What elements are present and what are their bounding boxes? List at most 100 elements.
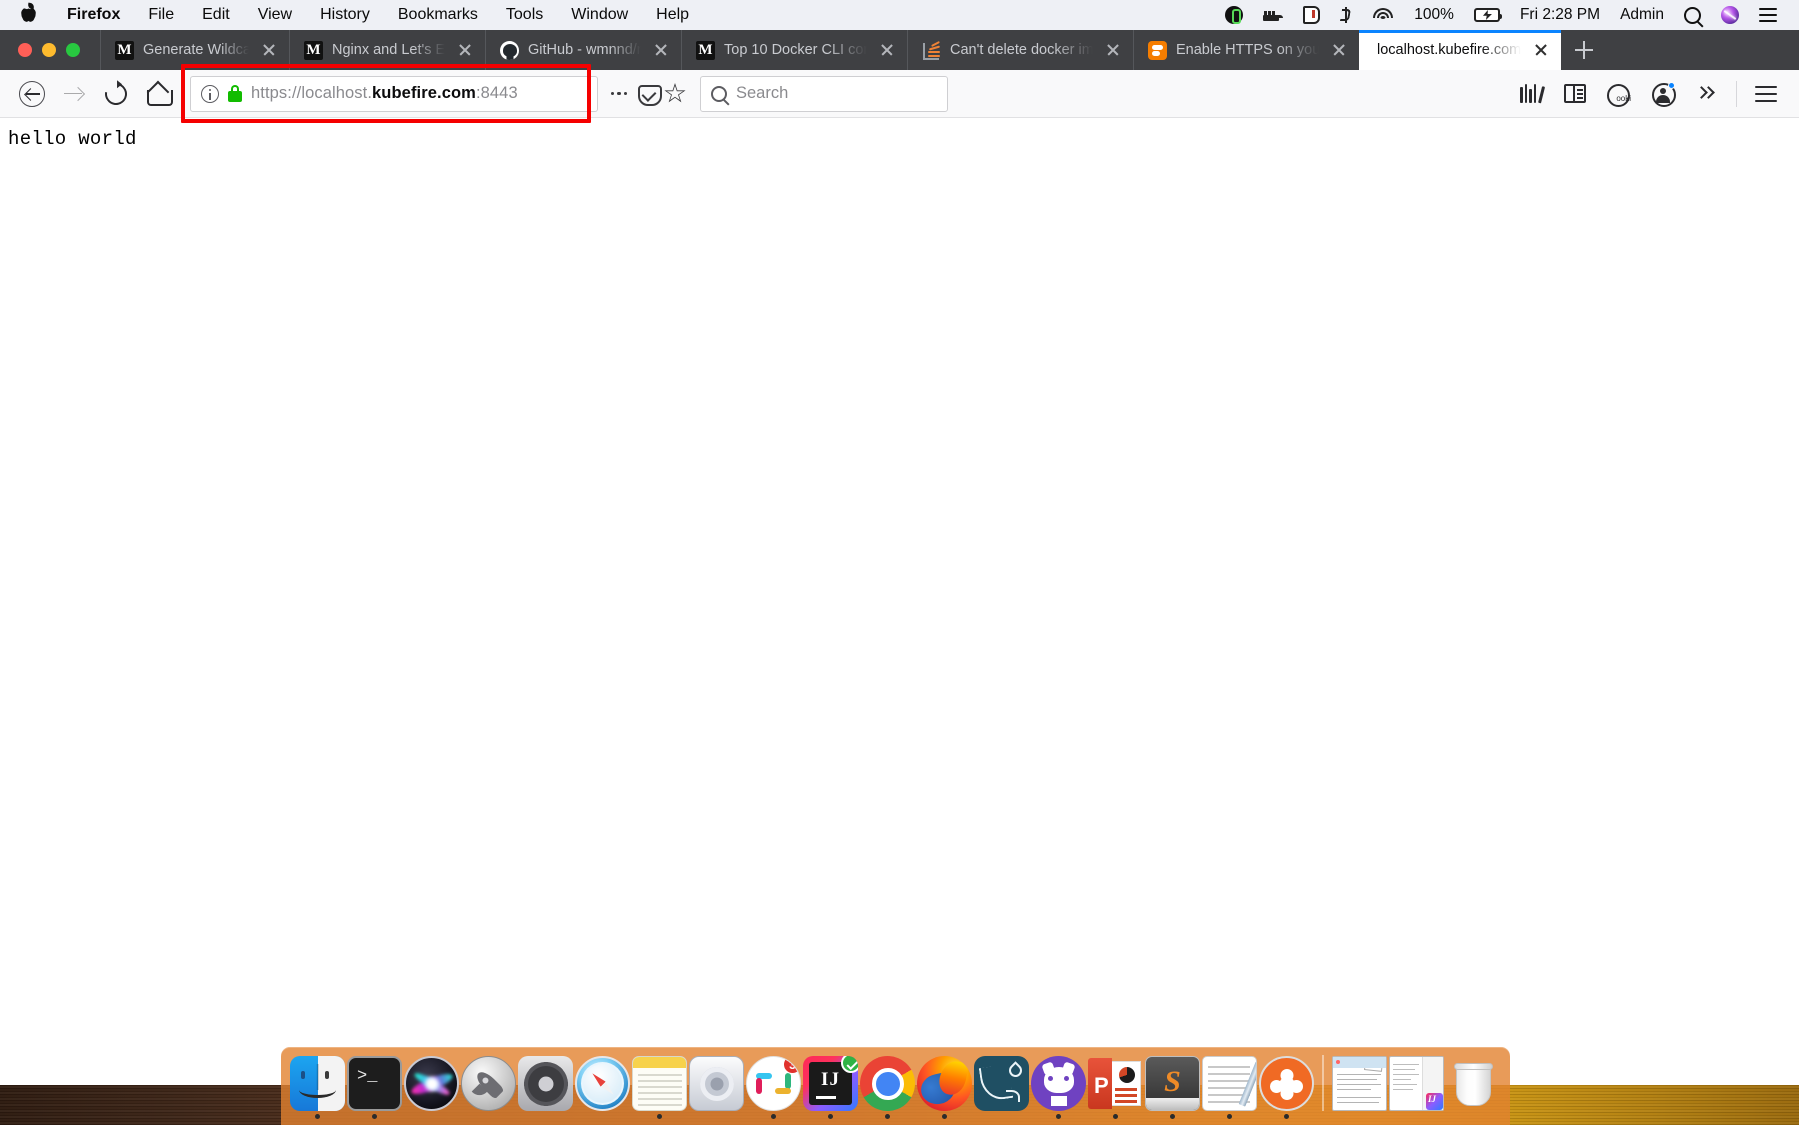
back-button[interactable] [12, 74, 52, 114]
running-indicator [1357, 1114, 1362, 1119]
url-input[interactable]: https://localhost.kubefire.com:8443 [190, 75, 598, 112]
dock-item-powerpoint[interactable]: P [1087, 1047, 1144, 1119]
menu-item-window[interactable]: Window [557, 0, 642, 30]
dock-item-finder[interactable] [289, 1047, 346, 1119]
tab-generate-wildcard-ssl[interactable]: M Generate Wildcard SSL [100, 30, 289, 70]
menu-button[interactable] [1745, 74, 1787, 114]
dock-item-textedit[interactable] [1201, 1047, 1258, 1119]
spotlight-search-icon[interactable] [1674, 0, 1711, 30]
menu-item-file[interactable]: File [134, 0, 188, 30]
menu-item-help[interactable]: Help [642, 0, 703, 30]
dock-item-safari[interactable] [574, 1047, 631, 1119]
dock-item-chrome[interactable] [859, 1047, 916, 1119]
bookmark-star-icon[interactable] [664, 83, 686, 104]
bluetooth-icon[interactable] [1330, 0, 1362, 30]
menu-item-firefox[interactable]: Firefox [53, 0, 134, 30]
dock-item-sublime-text[interactable]: S [1144, 1047, 1201, 1119]
close-tab-icon[interactable] [1102, 39, 1124, 61]
asana-icon [1259, 1056, 1314, 1111]
dock-item-notes[interactable] [631, 1047, 688, 1119]
trash-icon [1446, 1056, 1501, 1111]
firefox-window: M Generate Wildcard SSL M Nginx and Let'… [0, 30, 1799, 1085]
close-tab-icon[interactable] [650, 39, 672, 61]
system-preferences-icon [518, 1056, 573, 1111]
close-tab-icon[interactable] [1530, 39, 1552, 61]
site-info-icon[interactable] [201, 84, 219, 103]
running-indicator [429, 1114, 434, 1119]
dock-item-slack[interactable]: 3 [745, 1047, 802, 1119]
search-icon [711, 85, 727, 102]
user-menu[interactable]: Admin [1610, 0, 1674, 30]
home-button[interactable] [138, 74, 178, 114]
dock-item-siri[interactable] [403, 1047, 460, 1119]
battery-percent-text: 100% [1414, 6, 1454, 23]
lock-icon[interactable] [228, 85, 242, 102]
dock-item-preferences-alt[interactable] [688, 1047, 745, 1119]
close-tab-icon[interactable] [1328, 39, 1350, 61]
control-center-icon[interactable] [1749, 0, 1787, 30]
running-indicator [942, 1114, 947, 1119]
arrow-left-icon [19, 80, 45, 107]
minimize-button[interactable] [42, 43, 56, 57]
chrome-icon [860, 1056, 915, 1111]
zoom-button[interactable] [66, 43, 80, 57]
clock[interactable]: Fri 2:28 PM [1510, 0, 1610, 30]
dock-minimized-document-window[interactable] [1331, 1047, 1388, 1119]
tab-top-10-docker-cli[interactable]: M Top 10 Docker CLI com [681, 30, 907, 70]
overflow-button[interactable] [1686, 74, 1728, 114]
tab-github-nginx[interactable]: GitHub - wmnnd/nginx- [485, 30, 681, 70]
battery-charging-icon[interactable] [1464, 0, 1510, 30]
tab-localhost-kubefire[interactable]: localhost.kubefire.com:844 [1359, 30, 1561, 70]
running-indicator [372, 1114, 377, 1119]
apple-menu[interactable] [14, 0, 53, 30]
siri-icon [404, 1056, 459, 1111]
tab-title: localhost.kubefire.com:844 [1377, 42, 1521, 58]
account-button[interactable] [1642, 74, 1684, 114]
new-tab-button[interactable] [1561, 30, 1607, 70]
bookmark-manager-icon[interactable] [1293, 0, 1330, 30]
check-badge-icon [841, 1056, 858, 1073]
close-tab-icon[interactable] [876, 39, 898, 61]
siri-icon[interactable] [1711, 0, 1749, 30]
dock-item-launchpad[interactable] [460, 1047, 517, 1119]
slack-badge: 3 [783, 1057, 800, 1074]
tab-enable-https[interactable]: Enable HTTPS on your [1133, 30, 1359, 70]
menu-item-view[interactable]: View [244, 0, 306, 30]
close-tab-icon[interactable] [258, 39, 280, 61]
close-button[interactable] [18, 43, 32, 57]
battery-percent-label: 100% [1404, 0, 1464, 30]
url-suffix: :8443 [475, 84, 518, 102]
page-actions-icon[interactable] [606, 81, 632, 107]
dock-divider [1322, 1055, 1324, 1111]
dock-item-mysql-workbench[interactable] [973, 1047, 1030, 1119]
reload-button[interactable] [96, 74, 136, 114]
pocket-icon[interactable] [636, 82, 662, 106]
menu-item-history[interactable]: History [306, 0, 384, 30]
arrow-right-icon [62, 82, 86, 106]
tab-nginx-lets-encrypt[interactable]: M Nginx and Let's Encryp [289, 30, 485, 70]
dock-item-asana[interactable] [1258, 1047, 1315, 1119]
tab-cant-delete-docker-image[interactable]: Can't delete docker ima [907, 30, 1133, 70]
dock-item-github-desktop[interactable] [1030, 1047, 1087, 1119]
dock-item-terminal[interactable] [346, 1047, 403, 1119]
library-button[interactable] [1510, 74, 1552, 114]
dock-item-system-preferences[interactable] [517, 1047, 574, 1119]
github-icon [500, 40, 519, 60]
close-tab-icon[interactable] [454, 39, 476, 61]
spotify-icon[interactable] [1215, 0, 1253, 30]
wifi-icon[interactable] [1362, 0, 1404, 30]
menu-item-tools[interactable]: Tools [492, 0, 557, 30]
cookie-autodelete-button[interactable]: ooki [1598, 74, 1640, 114]
docker-icon[interactable] [1253, 0, 1293, 30]
dock-item-firefox[interactable] [916, 1047, 973, 1119]
forward-button[interactable] [54, 74, 94, 114]
dock-minimized-intellij-window[interactable] [1388, 1047, 1445, 1119]
tab-title: GitHub - wmnnd/nginx- [528, 42, 641, 58]
menu-item-bookmarks[interactable]: Bookmarks [384, 0, 492, 30]
sidebar-button[interactable] [1554, 74, 1596, 114]
search-input[interactable]: Search [700, 75, 948, 112]
dock-item-trash[interactable] [1445, 1047, 1502, 1119]
running-indicator [1284, 1114, 1289, 1119]
menu-item-edit[interactable]: Edit [188, 0, 244, 30]
dock-item-intellij-idea[interactable]: IJ [802, 1047, 859, 1119]
